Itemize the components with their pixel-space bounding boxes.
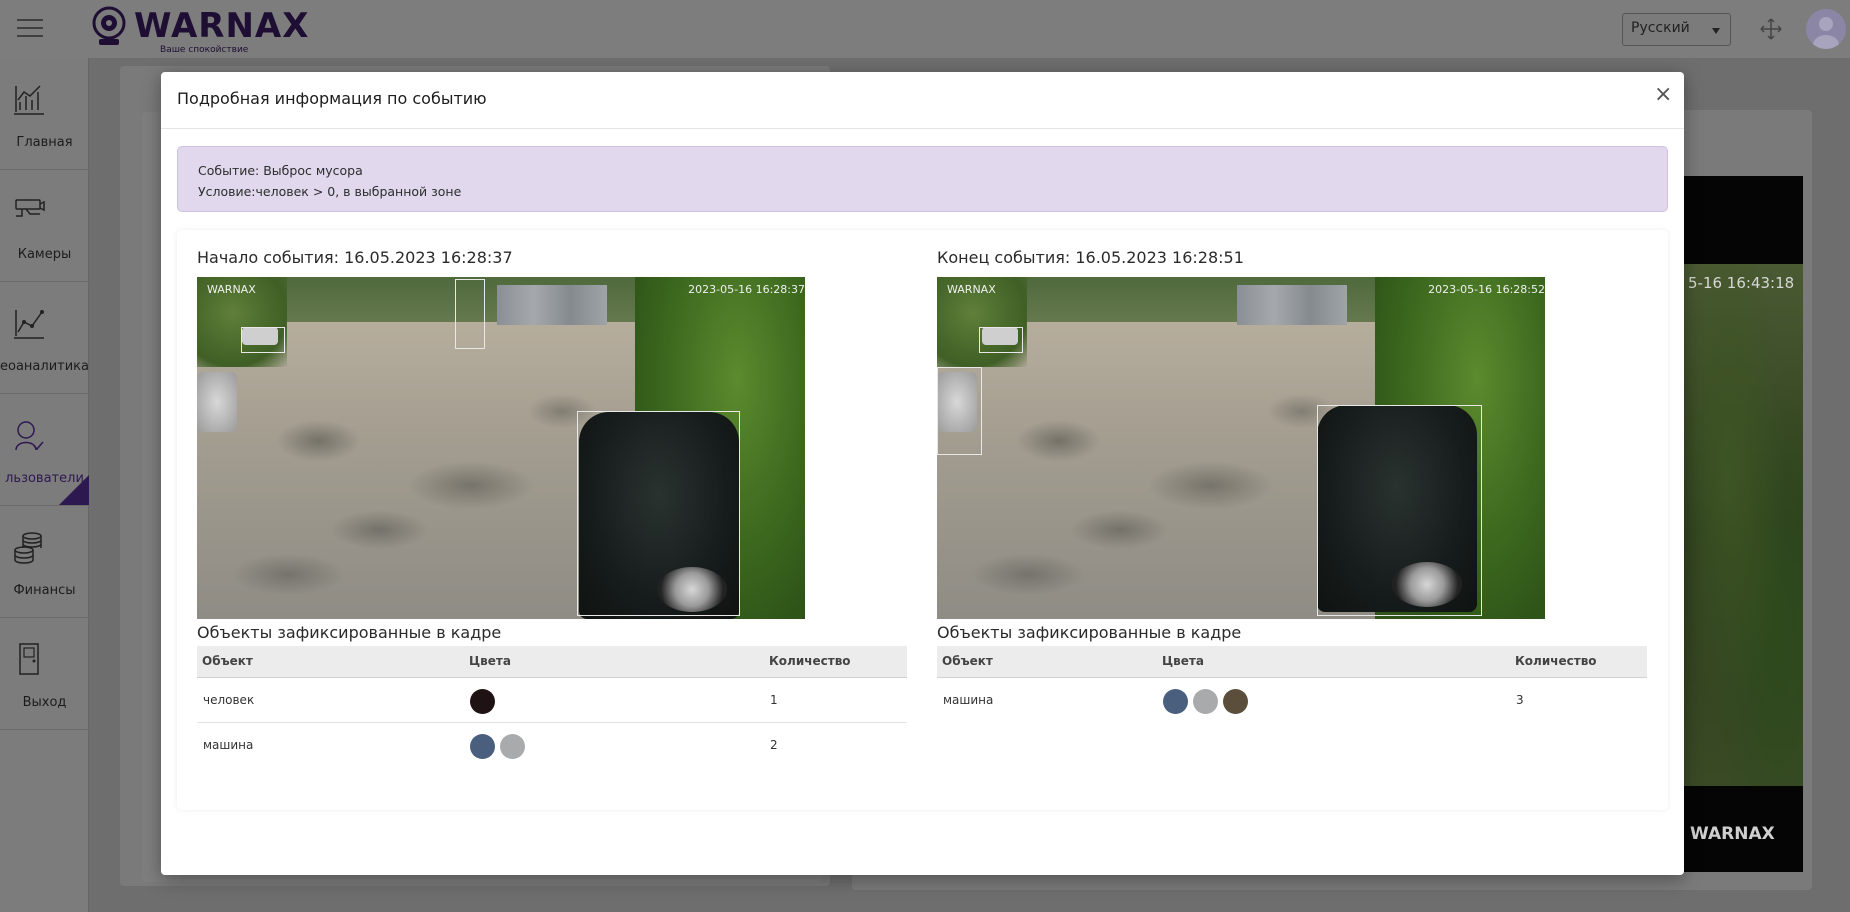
sidebar-item-label: Главная: [16, 135, 73, 150]
video-osd-timestamp: 2023-05-16 16:28:37: [688, 283, 805, 296]
sidebar-item-users[interactable]: льзователи: [0, 394, 89, 506]
sidebar-item-label: Выход: [22, 695, 67, 710]
event-end-column: Конец события: 16.05.2023 16:28:51 WARNA…: [917, 230, 1647, 810]
object-name: машина: [943, 692, 994, 707]
brand-name: WARNAX: [134, 6, 310, 46]
brand-logo[interactable]: WARNAX Ваше спокойствие: [90, 4, 308, 56]
video-osd-logo: WARNAX: [207, 283, 256, 296]
event-card: Начало события: 16.05.2023 16:28:37 WARN…: [177, 230, 1668, 810]
object-name: человек: [197, 677, 464, 723]
chevron-down-icon: [1712, 28, 1720, 34]
exit-icon: [19, 643, 39, 675]
column-count: Количество: [1510, 646, 1647, 678]
detection-box: [979, 327, 1023, 353]
video-timestamp: 5-16 16:43:18: [1688, 274, 1795, 292]
sidebar-item-finances[interactable]: Финансы: [0, 506, 89, 618]
color-swatch: [470, 734, 495, 760]
video-frame: [1680, 264, 1803, 786]
objects-title: Объекты зафиксированные в кадре: [197, 623, 502, 642]
event-start-title: Начало события: 16.05.2023 16:28:37: [197, 248, 513, 267]
sidebar-item-exit[interactable]: Выход: [0, 618, 89, 730]
table-header-row: Объект Цвета Количество: [197, 646, 907, 678]
sidebar-item-home[interactable]: Главная: [0, 58, 89, 170]
objects-table: Объект Цвета Количество человек 1 машина…: [197, 646, 907, 767]
brand-tagline: Ваше спокойствие: [160, 45, 249, 55]
sidebar-item-label: Финансы: [13, 583, 76, 598]
logo-camera-icon: [92, 6, 126, 45]
event-end-frame[interactable]: WARNAX 2023-05-16 16:28:52: [937, 277, 1545, 619]
table-header-row: Объект Цвета Количество: [937, 646, 1647, 678]
event-start-column: Начало события: 16.05.2023 16:28:37 WARN…: [177, 230, 907, 810]
event-name: Событие: Выброс мусора: [198, 163, 363, 178]
object-count: 3: [1516, 692, 1524, 707]
modal-title: Подробная информация по событию: [177, 89, 487, 108]
video-logo: WARNAX: [1690, 824, 1775, 844]
video-osd-timestamp: 2023-05-16 16:28:52: [1428, 283, 1545, 296]
user-icon: [15, 421, 44, 451]
sidebar-item-cameras[interactable]: Камеры: [0, 170, 89, 282]
object-count: 1: [764, 677, 907, 723]
color-swatch: [1193, 689, 1218, 715]
coins-icon: [14, 532, 42, 564]
sidebar-item-label: Камеры: [17, 247, 72, 262]
event-details-modal: Подробная информация по событию × Событи…: [161, 72, 1684, 875]
event-end-title: Конец события: 16.05.2023 16:28:51: [937, 248, 1244, 267]
color-swatch: [1163, 689, 1188, 715]
avatar[interactable]: [1806, 9, 1846, 49]
sidebar-item-label: еоаналитика: [0, 359, 89, 374]
detection-box: [937, 367, 982, 455]
column-count: Количество: [764, 646, 907, 678]
event-start-frame[interactable]: WARNAX 2023-05-16 16:28:37: [197, 277, 805, 619]
column-object: Объект: [197, 646, 464, 678]
color-swatch: [1223, 689, 1248, 715]
column-colors: Цвета: [1157, 646, 1510, 678]
frame-bins: [497, 285, 607, 325]
detection-box: [577, 411, 740, 616]
active-indicator: [59, 475, 89, 505]
object-name: машина: [203, 737, 254, 752]
frame-car: [197, 372, 237, 432]
analytics-icon: [14, 310, 44, 339]
sidebar: Главная Камеры еоаналитика льзователи Фи…: [0, 58, 89, 912]
event-alert: Событие: Выброс мусора Условие:человек >…: [177, 146, 1668, 212]
frame-bins: [1237, 285, 1347, 325]
camera-icon: [15, 199, 45, 217]
table-row: машина 3: [937, 677, 1647, 722]
table-row: машина 2: [197, 722, 907, 767]
language-value: Русский: [1631, 20, 1690, 36]
column-object: Объект: [937, 646, 1157, 678]
chart-icon: [14, 85, 44, 115]
background-video: 5-16 16:43:18 WARNAX: [1680, 176, 1803, 872]
color-swatch: [500, 734, 525, 760]
table-row: человек 1: [197, 677, 907, 723]
detection-box: [241, 327, 285, 353]
modal-header: Подробная информация по событию ×: [161, 72, 1684, 129]
top-bar: WARNAX Ваше спокойствие Русский: [0, 0, 1850, 58]
objects-title: Объекты зафиксированные в кадре: [937, 623, 1242, 642]
object-colors: [1157, 677, 1510, 722]
fullscreen-move-icon[interactable]: [1759, 17, 1783, 41]
object-colors: [464, 677, 764, 723]
detection-box: [1317, 405, 1482, 616]
detection-box: [455, 279, 485, 349]
sidebar-item-videoanalytics[interactable]: еоаналитика: [0, 282, 89, 394]
video-osd-logo: WARNAX: [947, 283, 996, 296]
menu-icon[interactable]: [17, 19, 43, 39]
objects-table: Объект Цвета Количество машина 3: [937, 646, 1647, 722]
object-colors: [464, 722, 764, 767]
object-count: 2: [770, 737, 778, 752]
event-condition: Условие:человек > 0, в выбранной зоне: [198, 184, 462, 199]
close-button[interactable]: ×: [1654, 84, 1672, 106]
column-colors: Цвета: [464, 646, 764, 678]
language-select[interactable]: Русский: [1622, 13, 1731, 46]
color-swatch: [470, 689, 495, 714]
